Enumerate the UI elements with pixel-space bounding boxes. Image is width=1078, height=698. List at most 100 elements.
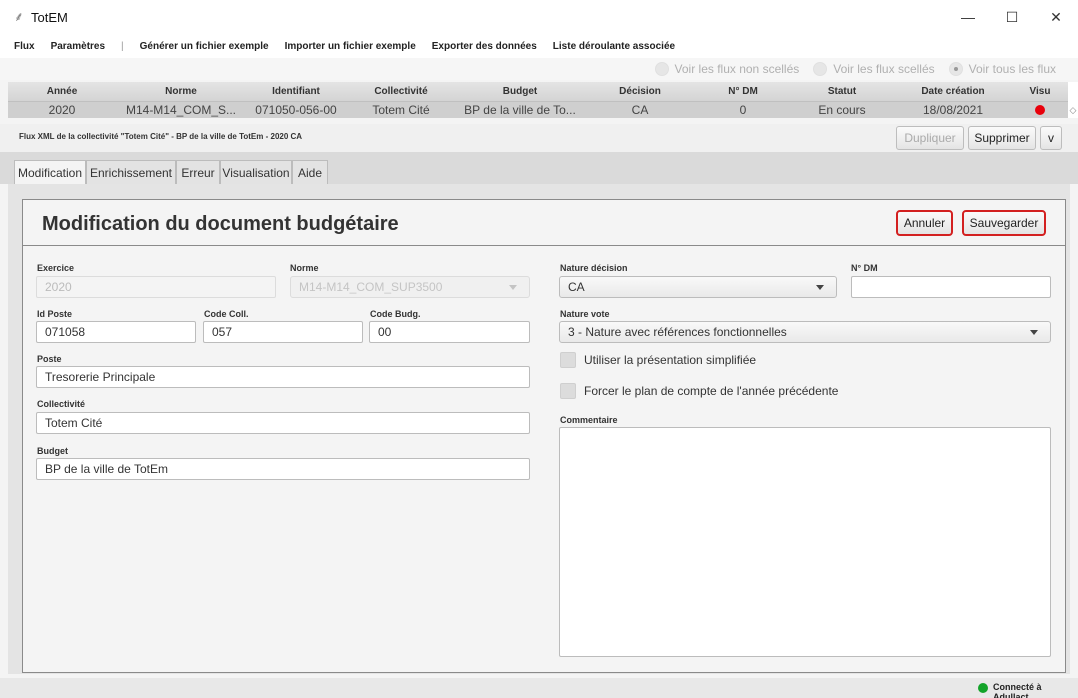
nature-decision-label: Nature décision [560,263,628,273]
tab-visualisation[interactable]: Visualisation [220,160,292,184]
column-header-decision[interactable]: Décision [584,82,696,101]
nature-vote-label: Nature vote [560,309,610,319]
column-header-annee[interactable]: Année [8,82,116,101]
app-title: TotEM [31,10,68,25]
forcer-plan-compte-checkbox[interactable]: Forcer le plan de compte de l'année préc… [560,383,838,399]
menu-exporter-donnees[interactable]: Exporter des données [432,41,537,52]
nature-decision-value: CA [568,280,585,294]
menu-liste-deroulante[interactable]: Liste déroulante associée [553,41,675,52]
app-logo-icon: ⸙ [14,9,24,24]
collectivite-label: Collectivité [37,399,86,409]
status-bar: Connecté à Adullact [0,678,1078,698]
radio-dot [813,62,828,76]
presentation-simplifiee-checkbox[interactable]: Utiliser la présentation simplifiée [560,352,756,368]
close-button[interactable]: ✕ [1034,0,1078,34]
poste-field[interactable]: Tresorerie Principale [36,366,530,388]
budget-field[interactable]: BP de la ville de TotEm [36,458,530,480]
radio-flux-scelles[interactable]: Voir les flux scellés [813,62,935,76]
exercice-field: 2020 [36,276,276,298]
commentaire-textarea[interactable] [559,427,1051,657]
menu-parametres[interactable]: Paramètres [51,41,105,52]
id-poste-field[interactable]: 071058 [36,321,196,343]
checkbox-box [560,383,576,399]
more-options-button[interactable]: v [1040,126,1062,150]
chevron-down-icon [1030,330,1038,335]
poste-label: Poste [37,354,62,364]
flux-table: Année Norme Identifiant Collectivité Bud… [8,82,1078,118]
annuler-button[interactable]: Annuler [896,210,953,236]
tab-modification[interactable]: Modification [14,160,86,185]
flux-info-bar: Flux XML de la collectivité "Totem Cité"… [0,124,1078,152]
visu-status-dot-icon [1035,105,1045,115]
chevron-down-icon [509,285,517,290]
column-header-date-creation[interactable]: Date création [894,82,1012,101]
commentaire-label: Commentaire [560,415,618,425]
column-header-budget[interactable]: Budget [456,82,584,101]
maximize-button[interactable]: ☐ [990,0,1034,34]
ndm-label: N° DM [851,263,878,273]
column-header-visu[interactable]: Visu [1012,82,1068,101]
cell-norme: M14-M14_COM_S... [125,103,237,117]
nature-decision-select[interactable]: CA [559,276,837,298]
ndm-field[interactable] [851,276,1051,298]
tab-aide[interactable]: Aide [292,160,328,184]
page-title: Modification du document budgétaire [42,213,399,235]
nature-vote-select[interactable]: 3 - Nature avec références fonctionnelle… [559,321,1051,343]
radio-tous-les-flux[interactable]: Voir tous les flux [948,62,1056,76]
collectivite-field[interactable]: Totem Cité [36,412,530,434]
flux-filter-bar: Voir les flux non scellés Voir les flux … [0,58,1078,80]
menu-flux[interactable]: Flux [14,41,35,52]
column-header-statut[interactable]: Statut [790,82,894,101]
minimize-button[interactable]: — [946,0,990,34]
cell-collectivite: Totem Cité [372,103,430,117]
connection-status-text: Connecté à Adullact [993,682,1042,698]
table-scroll-icon[interactable]: ◇ [1068,102,1078,118]
cell-date-creation: 18/08/2021 [922,103,984,117]
supprimer-button[interactable]: Supprimer [968,126,1036,150]
cell-ndm: 0 [739,103,747,117]
flux-info-text: Flux XML de la collectivité "Totem Cité"… [19,132,303,141]
column-header-identifiant[interactable]: Identifiant [246,82,346,101]
code-budg-field[interactable]: 00 [369,321,530,343]
checkbox-label: Forcer le plan de compte de l'année préc… [584,384,839,398]
chevron-down-icon [816,285,824,290]
cell-annee: 2020 [48,103,76,117]
cell-decision: CA [631,103,649,117]
norme-select-value: M14-M14_COM_SUP3500 [299,280,443,294]
cell-budget: BP de la ville de To... [464,103,576,117]
nature-vote-value: 3 - Nature avec références fonctionnelle… [568,325,787,339]
title-bar: ⸙ TotEM — ☐ ✕ [0,0,1078,34]
cell-visu[interactable] [1012,102,1068,118]
checkbox-box [560,352,576,368]
tab-bar: Modification Enrichissement Erreur Visua… [0,152,1078,185]
exercice-label: Exercice [37,263,75,273]
column-header-norme[interactable]: Norme [116,82,246,101]
sauvegarder-button[interactable]: Sauvegarder [962,210,1046,236]
cell-statut: En cours [818,103,866,117]
radio-dot-selected [948,62,963,76]
tab-erreur[interactable]: Erreur [176,160,220,184]
panel-header: Modification du document budgétaire Annu… [23,200,1065,246]
code-budg-label: Code Budg. [370,309,421,319]
code-coll-label: Code Coll. [204,309,249,319]
menu-generer-exemple[interactable]: Générer un fichier exemple [140,41,269,52]
connection-status-icon [978,683,988,693]
menu-importer-exemple[interactable]: Importer un fichier exemple [285,41,416,52]
menu-bar: Flux Paramètres | Générer un fichier exe… [0,34,1078,58]
radio-label: Voir les flux non scellés [674,62,800,76]
radio-flux-non-scelles[interactable]: Voir les flux non scellés [654,62,800,76]
column-header-collectivite[interactable]: Collectivité [346,82,456,101]
budget-label: Budget [37,446,68,456]
column-header-ndm[interactable]: N° DM [696,82,790,101]
dupliquer-button[interactable]: Dupliquer [896,126,964,150]
id-poste-label: Id Poste [37,309,73,319]
cell-identifiant: 071050-056-00 [255,103,337,117]
radio-dot [654,62,669,76]
radio-label: Voir tous les flux [968,62,1056,76]
checkbox-label: Utiliser la présentation simplifiée [584,353,757,367]
table-row[interactable]: 2020 M14-M14_COM_S... 071050-056-00 Tote… [8,102,1068,118]
norme-select: M14-M14_COM_SUP3500 [290,276,530,298]
code-coll-field[interactable]: 057 [203,321,363,343]
table-header: Année Norme Identifiant Collectivité Bud… [8,82,1068,102]
tab-enrichissement[interactable]: Enrichissement [86,160,176,184]
